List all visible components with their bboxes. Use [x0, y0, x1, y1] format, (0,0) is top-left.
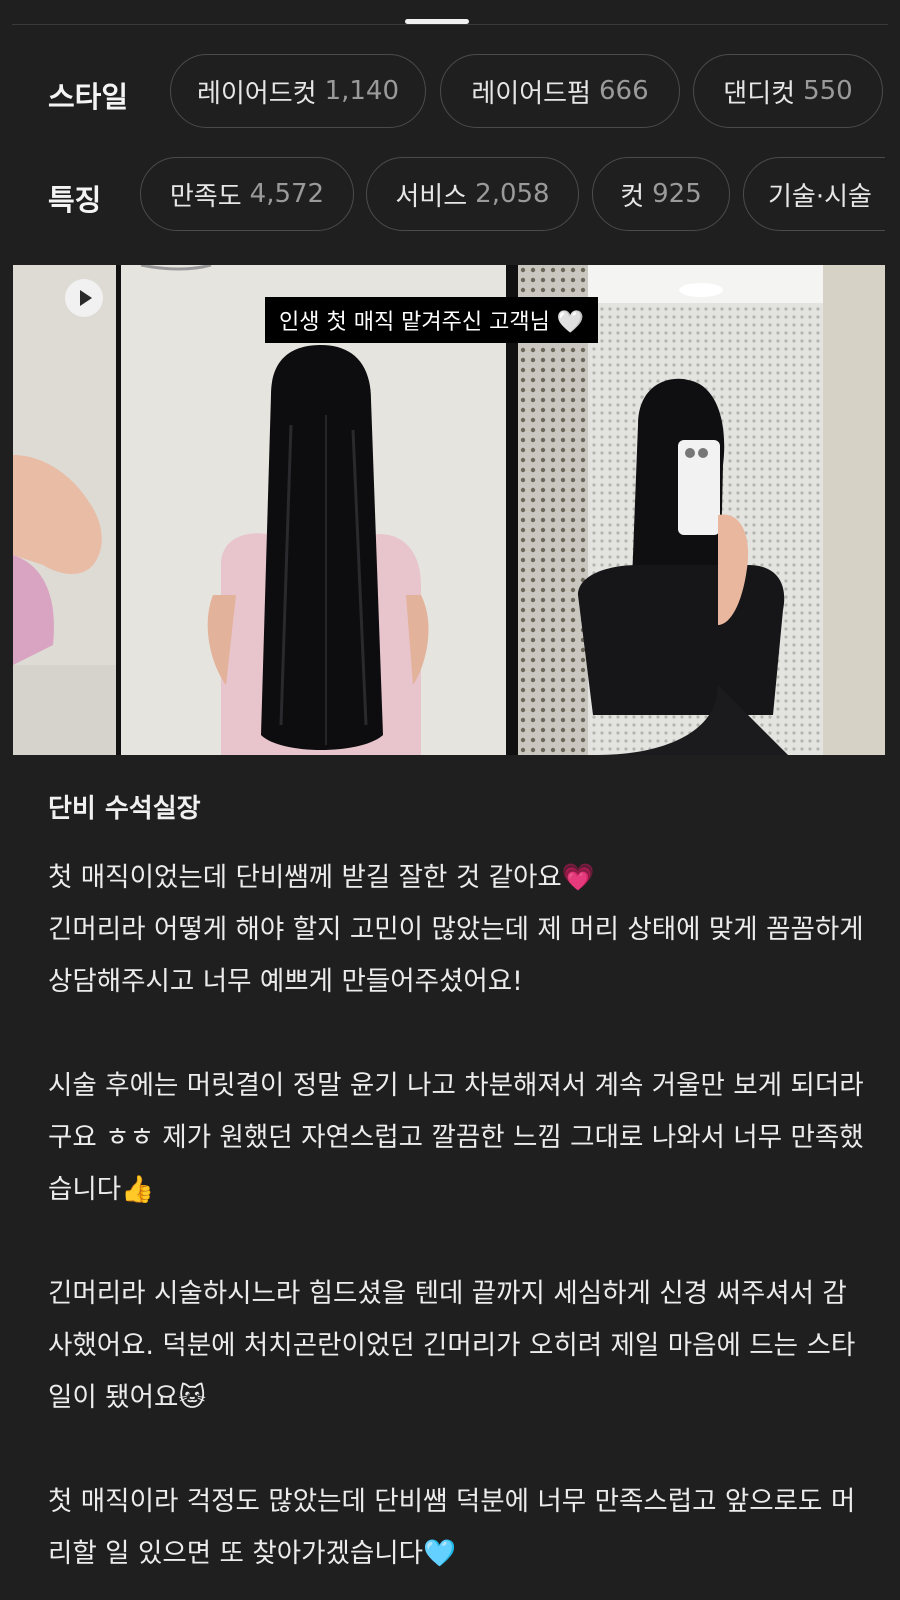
review-photo[interactable]	[13, 265, 116, 755]
style-filter-row: 스타일 레이어드컷 1,140 레이어드펌 666 댄디컷 550	[0, 52, 885, 134]
chip-count: 1,140	[324, 76, 400, 106]
chip-style-layered-cut[interactable]: 레이어드컷 1,140	[170, 54, 426, 128]
chip-name: 레이어드펌	[471, 78, 591, 109]
chip-name: 서비스	[395, 181, 468, 212]
chip-count: 2,058	[475, 179, 550, 209]
chip-count: 4,572	[249, 179, 325, 209]
chip-feature-satisfaction[interactable]: 만족도 4,572	[140, 157, 354, 231]
chip-count: 550	[803, 76, 853, 106]
feature-filter-row: 특징 만족도 4,572 서비스 2,058 컷 925 기술·시술	[0, 155, 885, 237]
chip-count: 666	[598, 76, 649, 106]
chip-feature-service[interactable]: 서비스 2,058	[366, 157, 579, 231]
photo-arm-illustration	[13, 265, 116, 755]
chip-name: 기술·시술	[768, 181, 872, 212]
chip-name: 만족도	[169, 181, 242, 212]
chip-name: 컷	[620, 181, 645, 212]
chip-name: 댄디컷	[723, 78, 796, 109]
play-icon	[80, 290, 92, 306]
divider	[12, 24, 888, 25]
feature-label: 특징	[48, 183, 102, 217]
chip-style-dandy-cut[interactable]: 댄디컷 550	[693, 54, 883, 128]
review-detail-screen: 스타일 레이어드컷 1,140 레이어드펌 666 댄디컷 550 특징 만족도…	[0, 0, 900, 1600]
review-body: 첫 매직이었는데 단비쌤께 받길 잘한 것 같아요💗 긴머리라 어떻게 해야 할…	[48, 852, 868, 1600]
photo-caption: 인생 첫 매직 맡겨주신 고객님 🤍	[265, 297, 599, 343]
review-paragraph: 첫 매직이라 걱정도 많았는데 단비쌤 덕분에 너무 만족스럽고 앞으로도 머리…	[48, 1486, 856, 1569]
chip-feature-cut[interactable]: 컷 925	[592, 157, 730, 231]
chip-name: 레이어드컷	[196, 78, 317, 109]
chip-feature-technique[interactable]: 기술·시술	[743, 157, 885, 231]
review-paragraph: 긴머리라 시술하시느라 힘드셨을 텐데 끝까지 세심하게 신경 써주셔서 감사했…	[48, 1278, 856, 1413]
reviewer-stylist-name: 단비 수석실장	[48, 794, 201, 824]
style-label: 스타일	[48, 80, 129, 114]
chip-count: 925	[652, 179, 702, 209]
chip-style-layered-perm[interactable]: 레이어드펌 666	[440, 54, 680, 128]
review-paragraph: 시술 후에는 머릿결이 정말 윤기 나고 차분해져서 계속 거울만 보게 되더라…	[48, 1070, 864, 1205]
review-paragraph: 첫 매직이었는데 단비쌤께 받길 잘한 것 같아요💗 긴머리라 어떻게 해야 할…	[48, 862, 864, 997]
play-video-button[interactable]	[65, 279, 103, 317]
